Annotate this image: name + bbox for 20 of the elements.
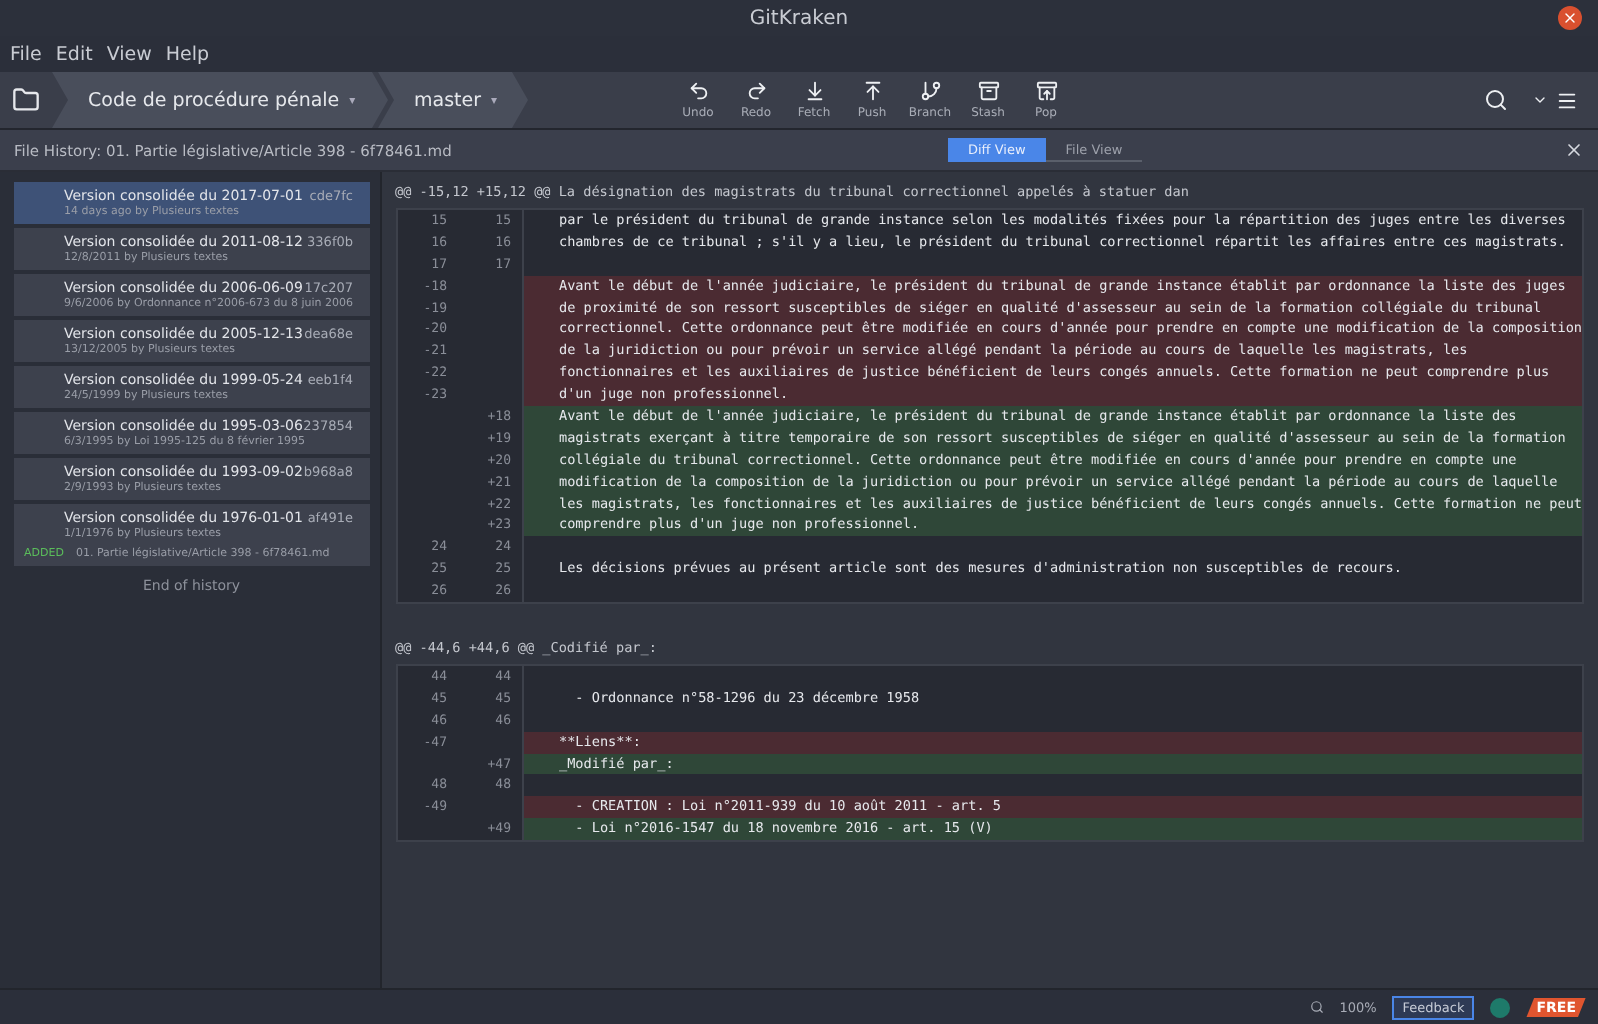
search-icon[interactable] bbox=[1484, 88, 1508, 112]
redo-icon bbox=[745, 80, 767, 102]
upload-icon bbox=[861, 80, 883, 102]
undo-icon bbox=[687, 80, 709, 102]
menu-item[interactable]: View bbox=[106, 43, 152, 65]
menu-icon[interactable] bbox=[1556, 89, 1578, 111]
close-icon bbox=[1562, 10, 1578, 26]
avatar-icon[interactable] bbox=[1490, 997, 1511, 1017]
close-button[interactable] bbox=[1558, 6, 1582, 30]
download-icon bbox=[803, 80, 825, 102]
zoom-icon[interactable] bbox=[1309, 1000, 1324, 1014]
close-icon[interactable] bbox=[1564, 140, 1584, 160]
caret-icon[interactable] bbox=[1532, 92, 1548, 108]
window-title: GitKraken bbox=[749, 7, 849, 29]
menu-item[interactable]: File bbox=[10, 43, 42, 65]
menu-item[interactable]: Edit bbox=[55, 43, 93, 65]
menu-item[interactable]: Help bbox=[165, 43, 210, 65]
inbox-icon bbox=[977, 80, 999, 102]
inbox-icon bbox=[1035, 80, 1057, 102]
branch-icon bbox=[919, 80, 941, 102]
